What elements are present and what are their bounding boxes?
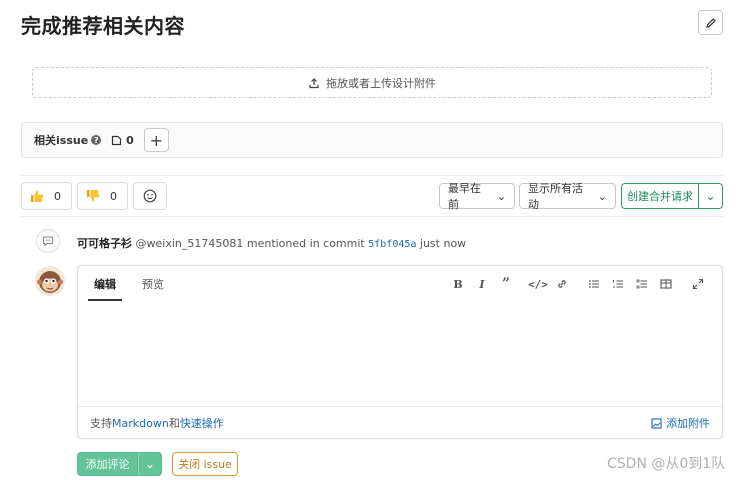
- close-issue-button[interactable]: 关闭 issue: [172, 452, 238, 476]
- editor-footer: 支持Markdown和快速操作 添加附件: [78, 406, 722, 439]
- related-issues-count: 0: [111, 134, 134, 147]
- sort-order-label: 最早在前: [448, 182, 481, 211]
- pencil-icon: [705, 17, 716, 28]
- divider: [21, 175, 723, 176]
- thumbs-up-count: 0: [54, 189, 61, 203]
- note-time: just now: [419, 237, 467, 250]
- markdown-hint-and: 和: [168, 417, 180, 430]
- code-icon[interactable]: </>: [526, 276, 550, 292]
- quick-actions-link[interactable]: 快速操作: [180, 417, 224, 430]
- thumbs-down-icon: [87, 190, 100, 202]
- edit-button[interactable]: [698, 10, 723, 35]
- sort-order-dropdown[interactable]: 最早在前 ⌄: [439, 182, 515, 211]
- dropzone-text: 拖放或者上传设计附件: [326, 76, 436, 90]
- add-comment-dropdown[interactable]: ⌄: [138, 452, 162, 476]
- related-issues-label: 相关issue: [34, 134, 89, 147]
- numbered-list-icon[interactable]: [606, 276, 630, 292]
- create-merge-request-button[interactable]: 创建合并请求: [621, 183, 699, 209]
- upload-icon: [309, 77, 319, 88]
- attach-file-button[interactable]: 添加附件: [651, 415, 710, 431]
- related-issues-count-value: 0: [126, 133, 134, 147]
- chevron-down-icon: ⌄: [705, 189, 716, 203]
- create-merge-request-dropdown[interactable]: ⌄: [698, 183, 723, 209]
- link-icon[interactable]: [550, 276, 574, 292]
- help-icon[interactable]: ?: [91, 135, 102, 145]
- system-note: 可可格子衫 @weixin_51745081 mentioned in comm…: [77, 235, 466, 251]
- plus-icon: +: [149, 130, 164, 150]
- attach-file-label: 添加附件: [666, 417, 710, 430]
- tab-write[interactable]: 编辑: [88, 274, 122, 301]
- image-icon: [651, 417, 662, 429]
- add-reaction-button[interactable]: [133, 182, 167, 210]
- chevron-down-icon: ⌄: [597, 189, 607, 203]
- add-comment-button[interactable]: 添加评论: [77, 452, 138, 476]
- tab-preview[interactable]: 预览: [136, 274, 170, 301]
- editor-tabs: 编辑 预览: [88, 274, 170, 301]
- design-dropzone[interactable]: 拖放或者上传设计附件: [32, 67, 712, 98]
- markdown-link[interactable]: Markdown: [112, 417, 169, 430]
- related-issues-heading: 相关issue ?: [34, 132, 102, 148]
- note-action: mentioned in commit: [246, 237, 365, 250]
- chevron-down-icon: ⌄: [496, 189, 506, 203]
- thumbs-up-icon: [31, 190, 44, 202]
- note-author[interactable]: 可可格子衫: [77, 237, 132, 250]
- bullet-list-icon[interactable]: [582, 276, 606, 292]
- activity-filter-label: 显示所有活动: [528, 182, 583, 211]
- bold-icon[interactable]: B: [446, 276, 470, 292]
- markdown-hint: 支持Markdown和快速操作: [90, 415, 224, 431]
- markdown-hint-prefix: 支持: [90, 417, 112, 430]
- note-username[interactable]: @weixin_51745081: [136, 237, 244, 250]
- watermark: CSDN @从0到1队: [607, 456, 726, 472]
- page-title: 完成推荐相关内容: [21, 14, 185, 38]
- thumbs-up-award-button[interactable]: 0: [21, 182, 72, 210]
- thumbs-down-award-button[interactable]: 0: [77, 182, 128, 210]
- add-related-issue-button[interactable]: +: [143, 128, 169, 152]
- activity-filter-dropdown[interactable]: 显示所有活动 ⌄: [519, 182, 616, 211]
- thumbs-down-count: 0: [110, 189, 117, 203]
- related-issues-panel: 相关issue ? 0 +: [21, 122, 723, 158]
- comment-editor[interactable]: 编辑 预览 B I ” </> 支持Markdown和快速操作 添加附件: [77, 265, 723, 439]
- quote-icon[interactable]: ”: [494, 276, 518, 292]
- commit-link[interactable]: 5fbf045a: [368, 239, 416, 250]
- chevron-down-icon: ⌄: [144, 457, 156, 471]
- issues-icon: [112, 135, 122, 145]
- divider: [21, 216, 723, 217]
- avatar[interactable]: [35, 266, 65, 296]
- smiley-icon: [143, 189, 157, 203]
- comment-icon: [36, 229, 60, 253]
- table-icon[interactable]: [654, 276, 678, 292]
- italic-icon[interactable]: I: [470, 276, 494, 292]
- task-list-icon[interactable]: [630, 276, 654, 292]
- fullscreen-icon[interactable]: [686, 276, 710, 292]
- markdown-toolbar: B I ” </>: [446, 276, 710, 292]
